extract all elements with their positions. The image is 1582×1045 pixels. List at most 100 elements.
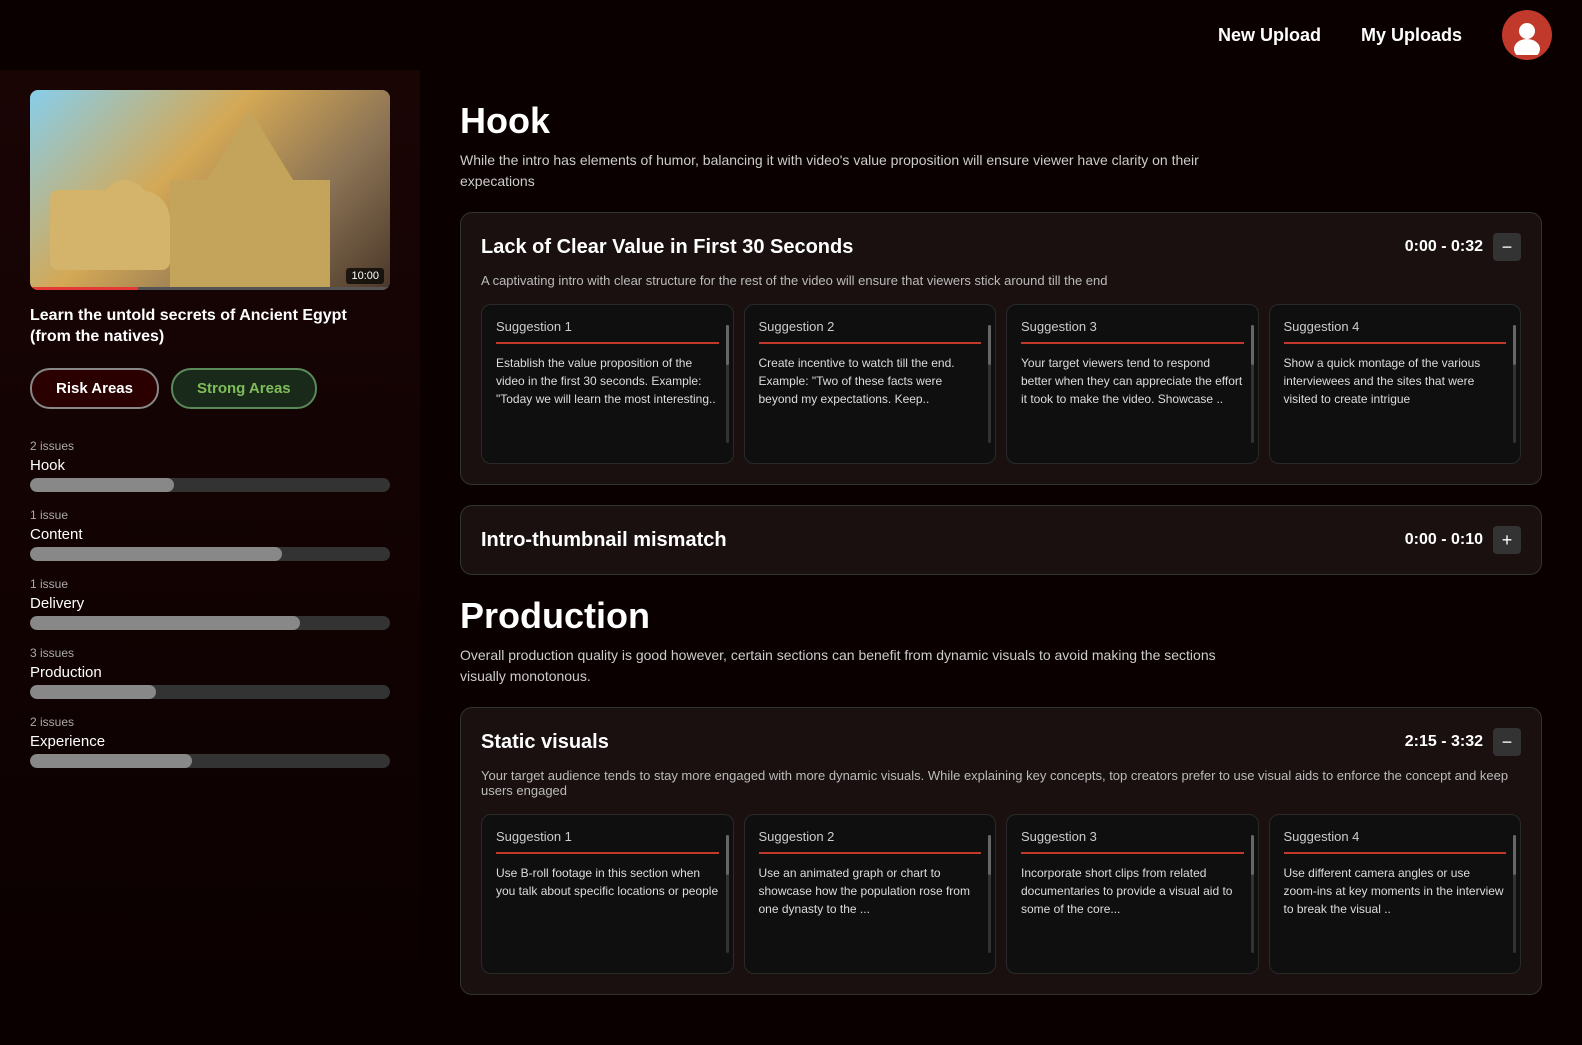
issue-time-static-visuals: 2:15 - 3:32 − — [1405, 728, 1521, 756]
suggestions-row-static-visuals: Suggestion 1 Use B-roll footage in this … — [481, 814, 1521, 974]
sidebar: 10:00 Learn the untold secrets of Ancien… — [0, 70, 420, 1045]
suggestion-text-1: Establish the value proposition of the v… — [496, 354, 719, 408]
scrollbar-1 — [726, 325, 729, 443]
score-bar-fill-delivery — [30, 616, 300, 630]
score-issues-delivery: 1 issue — [30, 577, 68, 591]
suggestion-underline-1 — [496, 342, 719, 344]
time-range-static-visuals: 2:15 - 3:32 — [1405, 733, 1483, 751]
score-bar-bg-production — [30, 685, 390, 699]
suggestion-card-2: Suggestion 2 Create incentive to watch t… — [744, 304, 997, 464]
suggestion-card-3: Suggestion 3 Your target viewers tend to… — [1006, 304, 1259, 464]
prod-suggestion-label-3: Suggestion 3 — [1021, 829, 1244, 844]
content-area: Hook While the intro has elements of hum… — [420, 70, 1582, 1045]
sphinx-head-decoration — [100, 180, 150, 240]
score-issues-hook: 2 issues — [30, 439, 74, 453]
video-timestamp-end: 10:00 — [346, 268, 384, 284]
video-thumbnail[interactable]: 10:00 — [30, 90, 390, 290]
tab-risk-areas[interactable]: Risk Areas — [30, 368, 159, 409]
video-progress-fill — [30, 287, 138, 290]
issue-desc-static-visuals: Your target audience tends to stay more … — [481, 768, 1521, 798]
suggestion-underline-4 — [1284, 342, 1507, 344]
prod-suggestion-underline-4 — [1284, 852, 1507, 854]
issue-desc-lack-of-value: A captivating intro with clear structure… — [481, 273, 1521, 288]
score-bar-fill-experience — [30, 754, 192, 768]
prod-scrollbar-4 — [1513, 835, 1516, 953]
suggestion-text-3: Your target viewers tend to respond bett… — [1021, 354, 1244, 408]
suggestion-card-4: Suggestion 4 Show a quick montage of the… — [1269, 304, 1522, 464]
new-upload-link[interactable]: New Upload — [1218, 25, 1321, 46]
thumbnail-image — [30, 90, 390, 290]
prod-suggestion-text-3: Incorporate short clips from related doc… — [1021, 864, 1244, 918]
production-section-subtitle: Overall production quality is good howev… — [460, 645, 1260, 687]
score-item-experience: 2 issues Experience — [30, 715, 390, 768]
suggestion-label-1: Suggestion 1 — [496, 319, 719, 334]
score-label-content: Content — [30, 526, 83, 543]
suggestion-label-4: Suggestion 4 — [1284, 319, 1507, 334]
prod-suggestion-label-4: Suggestion 4 — [1284, 829, 1507, 844]
scrollbar-2 — [988, 325, 991, 443]
score-header-production: 3 issues — [30, 646, 390, 660]
score-issues-production: 3 issues — [30, 646, 74, 660]
prod-scrollbar-3 — [1251, 835, 1254, 953]
score-header-content: 1 issue — [30, 508, 390, 522]
hook-section-title: Hook — [460, 100, 1542, 142]
prod-suggestion-label-2: Suggestion 2 — [759, 829, 982, 844]
score-label-production: Production — [30, 664, 102, 681]
static-visuals-header: Static visuals 2:15 - 3:32 − — [481, 728, 1521, 756]
score-label-row-hook: Hook — [30, 457, 390, 474]
suggestion-card-1: Suggestion 1 Establish the value proposi… — [481, 304, 734, 464]
video-title: Learn the untold secrets of Ancient Egyp… — [30, 306, 390, 348]
prod-suggestion-card-1: Suggestion 1 Use B-roll footage in this … — [481, 814, 734, 974]
main-layout: 10:00 Learn the untold secrets of Ancien… — [0, 70, 1582, 1045]
prod-suggestion-card-2: Suggestion 2 Use an animated graph or ch… — [744, 814, 997, 974]
score-issues-content: 1 issue — [30, 508, 68, 522]
score-bar-bg-hook — [30, 478, 390, 492]
tabs-row: Risk Areas Strong Areas — [30, 368, 390, 409]
score-label-experience: Experience — [30, 733, 105, 750]
tab-strong-areas[interactable]: Strong Areas — [171, 368, 317, 409]
suggestion-text-4: Show a quick montage of the various inte… — [1284, 354, 1507, 408]
score-bar-bg-experience — [30, 754, 390, 768]
production-section-title: Production — [460, 595, 1542, 637]
prod-suggestion-label-1: Suggestion 1 — [496, 829, 719, 844]
issue-title-static-visuals: Static visuals — [481, 731, 609, 754]
prod-suggestion-underline-3 — [1021, 852, 1244, 854]
scrollbar-4 — [1513, 325, 1516, 443]
score-section: 2 issues Hook 1 issue Content 1 issue De… — [30, 439, 390, 768]
score-header-experience: 2 issues — [30, 715, 390, 729]
video-progress-bar — [30, 287, 390, 290]
score-label-hook: Hook — [30, 457, 65, 474]
score-item-content: 1 issue Content — [30, 508, 390, 561]
expand-btn-thumbnail-mismatch[interactable]: + — [1493, 526, 1521, 554]
prod-suggestion-card-4: Suggestion 4 Use different camera angles… — [1269, 814, 1522, 974]
score-bar-fill-hook — [30, 478, 174, 492]
prod-suggestion-underline-1 — [496, 852, 719, 854]
suggestion-underline-2 — [759, 342, 982, 344]
my-uploads-link[interactable]: My Uploads — [1361, 25, 1462, 46]
issue-title-lack-of-value: Lack of Clear Value in First 30 Seconds — [481, 236, 853, 259]
hook-section-subtitle: While the intro has elements of humor, b… — [460, 150, 1260, 192]
score-label-row-production: Production — [30, 664, 390, 681]
collapse-btn-static-visuals[interactable]: − — [1493, 728, 1521, 756]
avatar[interactable] — [1502, 10, 1552, 60]
score-bar-bg-content — [30, 547, 390, 561]
score-bar-fill-content — [30, 547, 282, 561]
score-label-row-experience: Experience — [30, 733, 390, 750]
score-item-production: 3 issues Production — [30, 646, 390, 699]
score-item-hook: 2 issues Hook — [30, 439, 390, 492]
prod-suggestion-card-3: Suggestion 3 Incorporate short clips fro… — [1006, 814, 1259, 974]
prod-suggestion-text-1: Use B-roll footage in this section when … — [496, 864, 719, 900]
pyramid-body-decoration — [170, 180, 330, 290]
score-label-row-content: Content — [30, 526, 390, 543]
header: New Upload My Uploads — [0, 0, 1582, 70]
score-label-row-delivery: Delivery — [30, 595, 390, 612]
suggestion-label-2: Suggestion 2 — [759, 319, 982, 334]
time-range-text: 0:00 - 0:32 — [1405, 238, 1483, 256]
collapse-btn-lack-of-value[interactable]: − — [1493, 233, 1521, 261]
issue-card-static-visuals: Static visuals 2:15 - 3:32 − Your target… — [460, 707, 1542, 995]
score-label-delivery: Delivery — [30, 595, 84, 612]
issue-time-lack-of-value: 0:00 - 0:32 − — [1405, 233, 1521, 261]
prod-suggestion-underline-2 — [759, 852, 982, 854]
score-header-hook: 2 issues — [30, 439, 390, 453]
time-range-thumbnail: 0:00 - 0:10 — [1405, 531, 1483, 549]
